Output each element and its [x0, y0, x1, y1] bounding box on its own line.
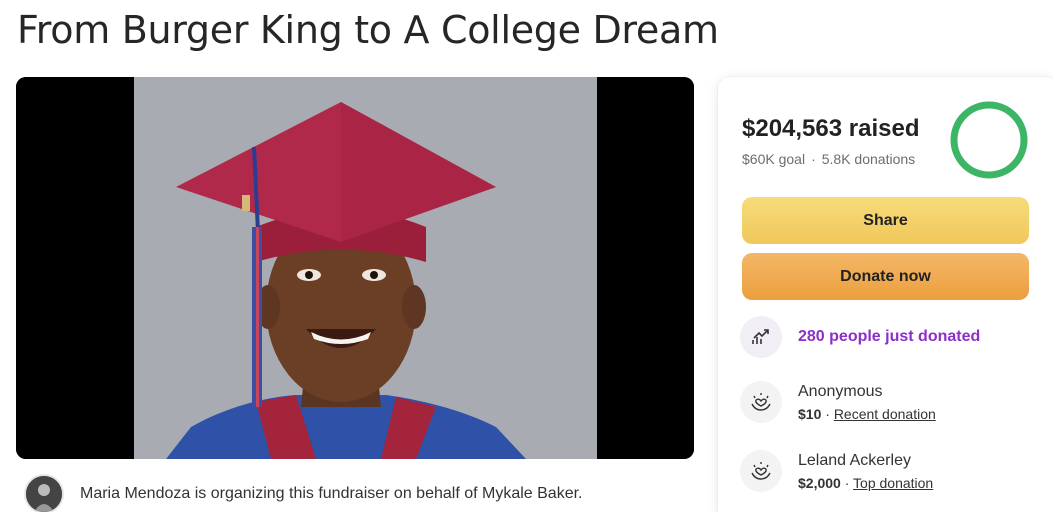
donation-item: Leland Ackerley $2,000 · Top donation [740, 450, 933, 492]
goal-meta: $60K goal · 5.8K donations [742, 151, 915, 167]
progress-ring [948, 99, 1030, 181]
donor-name: Leland Ackerley [798, 452, 911, 469]
meta-separator: · [811, 151, 816, 167]
top-donation-link[interactable]: Top donation [853, 475, 933, 491]
organizer-row: Maria Mendoza is organizing this fundrai… [24, 474, 583, 512]
recent-donation-link[interactable]: Recent donation [834, 406, 936, 422]
donate-now-button[interactable]: Donate now [742, 253, 1029, 300]
heart-hands-icon [740, 450, 782, 492]
heart-hands-icon [740, 381, 782, 423]
avatar-image [26, 476, 62, 512]
hero-image[interactable] [16, 77, 694, 459]
page-title: From Burger King to A College Dream [17, 8, 719, 52]
goal-amount: $60K goal [742, 151, 806, 167]
share-button[interactable]: Share [742, 197, 1029, 244]
donation-count: 5.8K donations [821, 151, 916, 167]
trend-up-icon [740, 316, 782, 358]
donation-item: Anonymous $10 · Recent donation [740, 381, 936, 423]
avatar[interactable] [24, 474, 64, 512]
donation-sidebar: $204,563 raised $60K goal · 5.8K donations… [718, 77, 1053, 512]
donation-amount: $10 [798, 406, 822, 422]
donation-separator: · [821, 406, 834, 422]
progress-ring-fill [950, 101, 1028, 179]
organizer-text: Maria Mendoza is organizing this fundrai… [80, 485, 583, 502]
recent-activity-row: 280 people just donated [740, 316, 980, 358]
recent-donors-count: 280 people just donated [798, 328, 981, 345]
donor-name: Anonymous [798, 383, 883, 400]
donation-amount: $2,000 [798, 475, 841, 491]
donation-separator: · [840, 475, 854, 491]
amount-raised: $204,563 raised [742, 115, 920, 142]
graduation-photo [16, 77, 694, 459]
